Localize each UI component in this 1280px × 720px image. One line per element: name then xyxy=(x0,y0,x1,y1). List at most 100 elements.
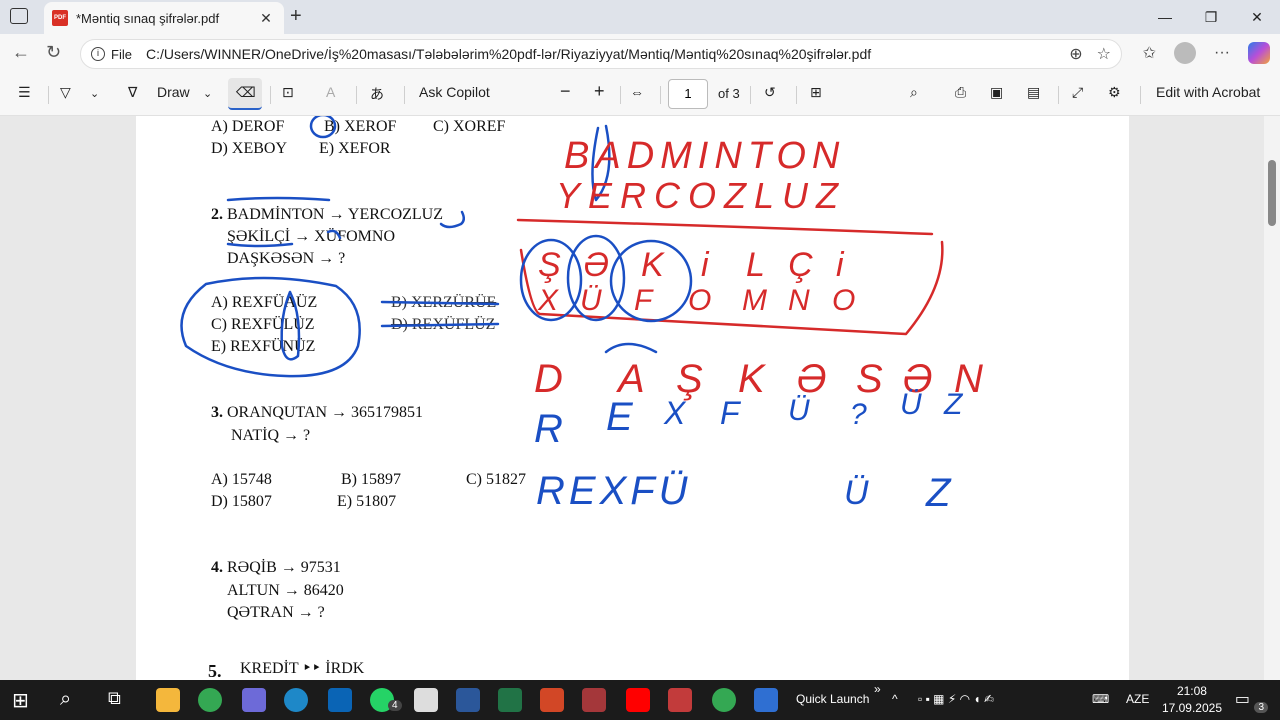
zoom-icon[interactable]: ⊕ xyxy=(1069,44,1082,64)
tab-title: *Məntiq sınaq şifrələr.pdf xyxy=(76,10,220,26)
save-as-icon[interactable]: ▤ xyxy=(1027,84,1040,101)
clock-date: 17.09.2025 xyxy=(1161,701,1222,715)
blue-row2-2: X xyxy=(663,395,687,431)
save-icon[interactable]: ▣ xyxy=(990,84,1003,101)
chrome-icon-2[interactable] xyxy=(712,688,736,712)
edge-icon[interactable] xyxy=(284,688,308,712)
taskbar: ⊞ ⌕ ⧉ 4 Quick Launch » ^ ▫ ▪ ▦ ⚡ ◠ ◖ ✍ ⌨… xyxy=(0,680,1280,720)
blue-row2-0: R xyxy=(534,407,563,451)
pdf-page[interactable]: A) DEROF B) XEROF C) XOREF D) XEBOY E) X… xyxy=(136,116,1129,680)
red-row1-0: Ş xyxy=(538,246,561,284)
print-icon[interactable]: ⎙ xyxy=(955,84,966,101)
page-view-icon[interactable]: ⊞ xyxy=(810,84,822,101)
divider xyxy=(48,86,49,104)
address-bar[interactable]: i File C:/Users/WINNER/OneDrive/İş%20mas… xyxy=(80,39,1122,69)
quick-launch-label[interactable]: Quick Launch xyxy=(796,692,869,706)
read-aloud-icon[interactable]: A xyxy=(326,84,335,100)
page-number-input[interactable]: 1 xyxy=(668,79,708,109)
rotate-icon[interactable]: ↺ xyxy=(764,84,776,101)
refresh-icon[interactable]: ↻ xyxy=(46,42,61,63)
access-icon[interactable] xyxy=(582,688,606,712)
zoom-out-button[interactable]: − xyxy=(560,81,571,102)
quick-launch-chevron-icon[interactable]: » xyxy=(874,682,881,696)
red-word-badminton: BADMINTON xyxy=(564,135,845,177)
translate-icon[interactable]: あ xyxy=(370,84,384,104)
search-icon[interactable]: ⌕ xyxy=(60,688,84,712)
tab-pdf[interactable]: PDF *Məntiq sınaq şifrələr.pdf ✕ xyxy=(44,2,284,34)
whatsapp-badge: 4 xyxy=(388,700,402,711)
task-view-icon[interactable]: ⧉ xyxy=(108,688,132,712)
red-line xyxy=(516,218,934,236)
copilot-icon[interactable] xyxy=(1248,42,1270,64)
chevron-down-icon[interactable]: ⌄ xyxy=(90,87,99,100)
contents-icon[interactable]: ☰ xyxy=(18,84,31,101)
fullscreen-icon[interactable]: ⤢ xyxy=(1072,84,1083,101)
app-icon[interactable] xyxy=(754,688,778,712)
blue-row2-3: F xyxy=(720,395,742,431)
red-row1-3: i xyxy=(701,246,710,284)
red-row1-6: i xyxy=(836,246,845,284)
chrome-icon[interactable] xyxy=(198,688,222,712)
edit-with-acrobat-button[interactable]: Edit with Acrobat xyxy=(1156,84,1260,100)
divider xyxy=(750,86,751,104)
draw-icon[interactable]: ∇ xyxy=(128,84,137,101)
pdf-toolbar: ☰ ▽ ⌄ ∇ Draw ⌄ ⌫ ⊡ A あ Ask Copilot − + ⇔… xyxy=(0,74,1280,116)
clock-time: 21:08 xyxy=(1176,684,1207,698)
favorites-icon[interactable]: ✩ xyxy=(1143,43,1156,63)
blue-row1-4: M xyxy=(742,284,767,317)
copilot-app-icon[interactable] xyxy=(242,688,266,712)
highlight-icon[interactable]: ▽ xyxy=(60,84,71,101)
blue-row2-6: Ü xyxy=(900,388,922,421)
notifications-icon[interactable]: ▭ xyxy=(1235,689,1250,709)
url-text[interactable]: C:/Users/WINNER/OneDrive/İş%20masası/Təl… xyxy=(146,46,1055,62)
pdf-viewer[interactable]: A) DEROF B) XEROF C) XOREF D) XEBOY E) X… xyxy=(0,116,1280,680)
tray-up-icon[interactable]: ^ xyxy=(892,692,898,706)
file-explorer-icon[interactable] xyxy=(156,688,180,712)
chevron-down-icon[interactable]: ⌄ xyxy=(203,87,212,100)
settings-gear-icon[interactable]: ⚙ xyxy=(1108,84,1121,101)
favorite-star-icon[interactable]: ☆ xyxy=(1097,44,1111,64)
blue-row2-7: Z xyxy=(943,388,964,421)
close-tab-icon[interactable]: ✕ xyxy=(256,10,276,27)
divider xyxy=(660,86,661,104)
keyboard-icon[interactable]: ⌨ xyxy=(1092,692,1109,706)
powerpoint-icon[interactable] xyxy=(540,688,564,712)
restore-icon[interactable]: ❐ xyxy=(1188,0,1234,34)
snipping-tool-icon[interactable] xyxy=(668,688,692,712)
blue-overline xyxy=(226,196,331,202)
outlook-icon[interactable] xyxy=(328,688,352,712)
blue-strike-b xyxy=(380,300,500,306)
ask-copilot-button[interactable]: Ask Copilot xyxy=(419,84,490,100)
blue-tick xyxy=(326,229,342,240)
youtube-icon[interactable] xyxy=(626,688,650,712)
language-indicator[interactable]: AZE xyxy=(1126,692,1149,706)
search-icon[interactable]: ⌕ xyxy=(910,84,918,101)
back-icon[interactable]: ← xyxy=(12,42,30,63)
scrollbar[interactable] xyxy=(1264,116,1280,680)
sidebar-toggle-icon[interactable] xyxy=(10,8,28,24)
text-box-icon[interactable]: ⊡ xyxy=(282,84,294,101)
scrollbar-thumb[interactable] xyxy=(1268,160,1276,226)
blue-circle-u xyxy=(280,290,301,361)
windows-start-icon[interactable]: ⊞ xyxy=(12,688,36,712)
store-icon[interactable] xyxy=(414,688,438,712)
word-icon[interactable] xyxy=(456,688,480,712)
draw-button[interactable]: Draw xyxy=(157,84,190,100)
info-icon[interactable]: i xyxy=(91,47,105,61)
excel-icon[interactable] xyxy=(498,688,522,712)
tray-icons[interactable]: ▫ ▪ ▦ ⚡ ◠ ◖ ✍ xyxy=(918,692,994,706)
fit-width-icon[interactable]: ⇔ xyxy=(630,84,644,100)
eraser-icon[interactable]: ⌫ xyxy=(236,84,256,101)
avatar[interactable] xyxy=(1174,42,1197,64)
more-menu-icon[interactable]: ··· xyxy=(1214,44,1230,62)
blue-row2-5: ? xyxy=(850,398,867,431)
blue-row1-0: X xyxy=(537,284,559,317)
ink-annotations[interactable]: BADMINTON YERCOZLUZ Ş Ə K i L Ç i X Ü F … xyxy=(136,116,1129,680)
blue-answer-part1: REXFÜ xyxy=(536,469,692,513)
minimize-icon[interactable]: — xyxy=(1142,0,1188,34)
blue-row1-1: Ü xyxy=(580,284,602,317)
new-tab-button[interactable]: + xyxy=(290,5,302,28)
zoom-in-button[interactable]: + xyxy=(594,81,605,102)
close-window-icon[interactable]: ✕ xyxy=(1234,0,1280,34)
clock[interactable]: 21:08 17.09.2025 xyxy=(1162,683,1222,717)
